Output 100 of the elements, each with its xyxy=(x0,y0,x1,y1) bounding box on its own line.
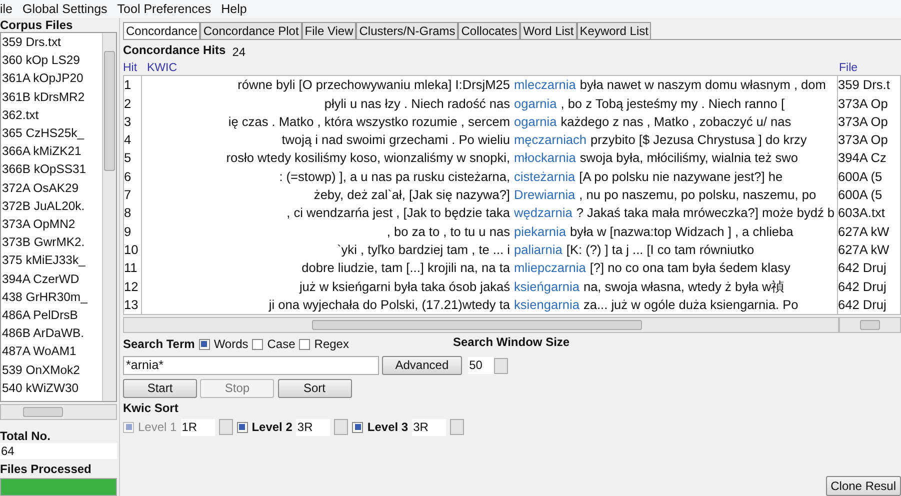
file-item[interactable]: 361A kOpJP20 xyxy=(1,69,102,88)
field-label: Search Window Size xyxy=(453,335,570,352)
file-item[interactable]: 365 CzHS25k_ xyxy=(1,124,102,142)
context-text: była w [nazwa:top Widzach ] , a chlieba xyxy=(568,222,794,241)
menu-item[interactable]: ile xyxy=(0,0,13,18)
tab[interactable]: Concordance xyxy=(123,22,200,39)
window-size-field[interactable]: 50 xyxy=(468,357,494,374)
file-item[interactable]: 361B kDrsMR2 xyxy=(1,88,102,106)
context-text: , ci wendzarńa jest , [Jak to będzie taka xyxy=(286,204,511,222)
context-text: była nawet w naszym domu własnym , dom xyxy=(578,76,826,94)
checkbox[interactable] xyxy=(198,338,210,350)
context-text: , bo z Tobą jesteśmy my . Niech ranno [ xyxy=(560,94,785,113)
checkbox-label: Level 3 xyxy=(367,420,408,434)
keyword-text[interactable]: młockarnia xyxy=(514,149,576,168)
context-text: , nu po naszemu, po polsku, naszemu, po xyxy=(578,186,816,204)
context-text: twoją i nad swoimi grzechami . Po wieliu xyxy=(280,131,511,150)
file-item[interactable]: 359 Drs.txt xyxy=(1,33,102,52)
file-cell[interactable]: 627A kW xyxy=(838,222,900,241)
checkbox[interactable] xyxy=(252,338,264,350)
file-item[interactable]: 372A OsAK29 xyxy=(1,178,102,197)
checkbox[interactable] xyxy=(299,338,310,350)
keyword-text[interactable]: cisteżarnia xyxy=(514,168,576,186)
file-item[interactable]: 487A WoAM1 xyxy=(1,342,102,361)
keyword-text[interactable]: wędzarnia xyxy=(514,204,572,223)
file-cell[interactable]: 373A Op xyxy=(838,131,900,150)
file-item[interactable]: 438 GrHR30m_ xyxy=(1,288,102,306)
menu-item[interactable]: Global Settings xyxy=(22,0,108,18)
tab[interactable]: Concordance Plot xyxy=(200,22,302,39)
tab[interactable]: Collocates xyxy=(458,22,520,39)
hits-label: Concordance Hits xyxy=(123,43,226,60)
file-item[interactable]: 539 OnXMok2 xyxy=(1,360,102,379)
action-button[interactable]: Start xyxy=(123,378,197,398)
file-item[interactable]: 540 kWiZW30 xyxy=(1,378,102,398)
file-item[interactable]: 373B GwrMK2. xyxy=(1,233,102,252)
file-item[interactable]: 362.txt xyxy=(1,106,102,124)
keyword-text[interactable]: ogarnia xyxy=(514,94,557,113)
tab[interactable]: File View xyxy=(302,22,356,39)
file-item[interactable]: 394A CzerWD xyxy=(1,270,102,288)
file-cell[interactable]: 373A Op xyxy=(838,112,900,132)
checkbox-label: Level 1 xyxy=(138,419,177,436)
file-cell[interactable]: 627A kW xyxy=(838,240,900,260)
column-header[interactable]: Hit xyxy=(123,61,147,76)
file-cell[interactable]: 642 Druj xyxy=(838,259,900,278)
tab[interactable]: Word List xyxy=(520,22,577,39)
tab[interactable]: Clusters/N-Grams xyxy=(356,22,458,39)
file-cell[interactable]: 603A.txt xyxy=(838,204,900,223)
level-field[interactable]: 3R xyxy=(412,418,446,436)
keyword-text[interactable]: ksieńgarnia xyxy=(514,278,580,296)
keyword-text[interactable]: męczarniach xyxy=(514,131,587,150)
menu-item[interactable]: Tool Preferences xyxy=(117,0,212,18)
vertical-scrollbar[interactable] xyxy=(102,33,116,402)
context-text: `yki , tyľko bardziej tam , te ... i xyxy=(336,240,511,259)
action-button[interactable]: Sort xyxy=(278,378,352,398)
file-item[interactable]: 360 kOp LS29 xyxy=(1,51,102,70)
file-item[interactable]: 366B kOpSS31 xyxy=(1,160,102,179)
horizontal-scrollbar[interactable] xyxy=(123,317,839,334)
context-text: ? Jakaś taka mała mróweczka?] może bydź b xyxy=(575,204,835,222)
field-label: Search Term xyxy=(123,337,195,352)
file-cell[interactable]: 359 Drs.t xyxy=(838,76,900,95)
file-cell[interactable]: 394A Cz xyxy=(838,149,900,168)
hit-number: 1 xyxy=(124,76,132,94)
column-header[interactable]: File xyxy=(839,61,858,76)
hit-number: 2 xyxy=(124,94,132,113)
keyword-text[interactable]: ogarnia xyxy=(514,112,557,132)
context-text: płyli u nas łzy . Niech radość nas xyxy=(323,94,511,113)
file-item[interactable]: 366A kMiZK21 xyxy=(1,142,102,160)
keyword-text[interactable]: piekarnia xyxy=(514,222,566,241)
checkbox-label: Level 2 xyxy=(252,420,292,434)
file-cell[interactable]: 642 Druj xyxy=(838,296,900,314)
keyword-text[interactable]: mliepczarnia xyxy=(514,259,586,278)
column-header[interactable]: KWIC xyxy=(147,61,839,76)
checkbox-label: Regex xyxy=(314,336,349,354)
horizontal-scrollbar[interactable] xyxy=(0,404,117,420)
keyword-text[interactable]: paliarnia xyxy=(514,240,562,260)
file-item[interactable]: 486B ArDaWB. xyxy=(1,324,102,342)
menu-item[interactable]: Help xyxy=(221,0,247,18)
context-text: [K: (?) ] ta j ... [I co tam równiutko xyxy=(565,240,754,259)
search-field[interactable]: *arnia* xyxy=(123,356,379,376)
advanced-button[interactable]: Advanced xyxy=(382,356,462,376)
file-item[interactable]: 486A PelDrsB xyxy=(1,306,102,324)
tab[interactable]: Keyword List xyxy=(576,22,652,39)
horizontal-scrollbar[interactable] xyxy=(839,317,901,334)
clone-results-button[interactable]: Clone Resul xyxy=(826,476,901,496)
file-cell[interactable]: 600A (5 xyxy=(838,168,900,186)
checkbox[interactable] xyxy=(236,422,248,433)
field-label: Kwic Sort xyxy=(123,400,180,415)
checkbox[interactable] xyxy=(352,422,364,433)
hit-number: 12 xyxy=(124,278,140,296)
keyword-text[interactable]: mleczarnia xyxy=(514,76,576,95)
file-cell[interactable]: 642 Druj xyxy=(838,278,900,296)
keyword-text[interactable]: ksiengarnia xyxy=(514,296,580,314)
file-cell[interactable]: 600A (5 xyxy=(838,186,900,204)
hit-number: 9 xyxy=(124,222,132,241)
file-cell[interactable]: 373A Op xyxy=(838,94,900,113)
level-field[interactable]: 3R xyxy=(296,418,330,436)
file-item[interactable]: 375 kMiEJ33k_ xyxy=(1,251,102,270)
file-item[interactable]: 373A OpMN2 xyxy=(1,215,102,234)
context-text: : (=stowp) ], a u nas pa rusku cisteżarna, xyxy=(278,168,511,186)
file-item[interactable]: 372B JuAL20k. xyxy=(1,196,102,216)
keyword-text[interactable]: Drewiarnia xyxy=(514,186,576,204)
